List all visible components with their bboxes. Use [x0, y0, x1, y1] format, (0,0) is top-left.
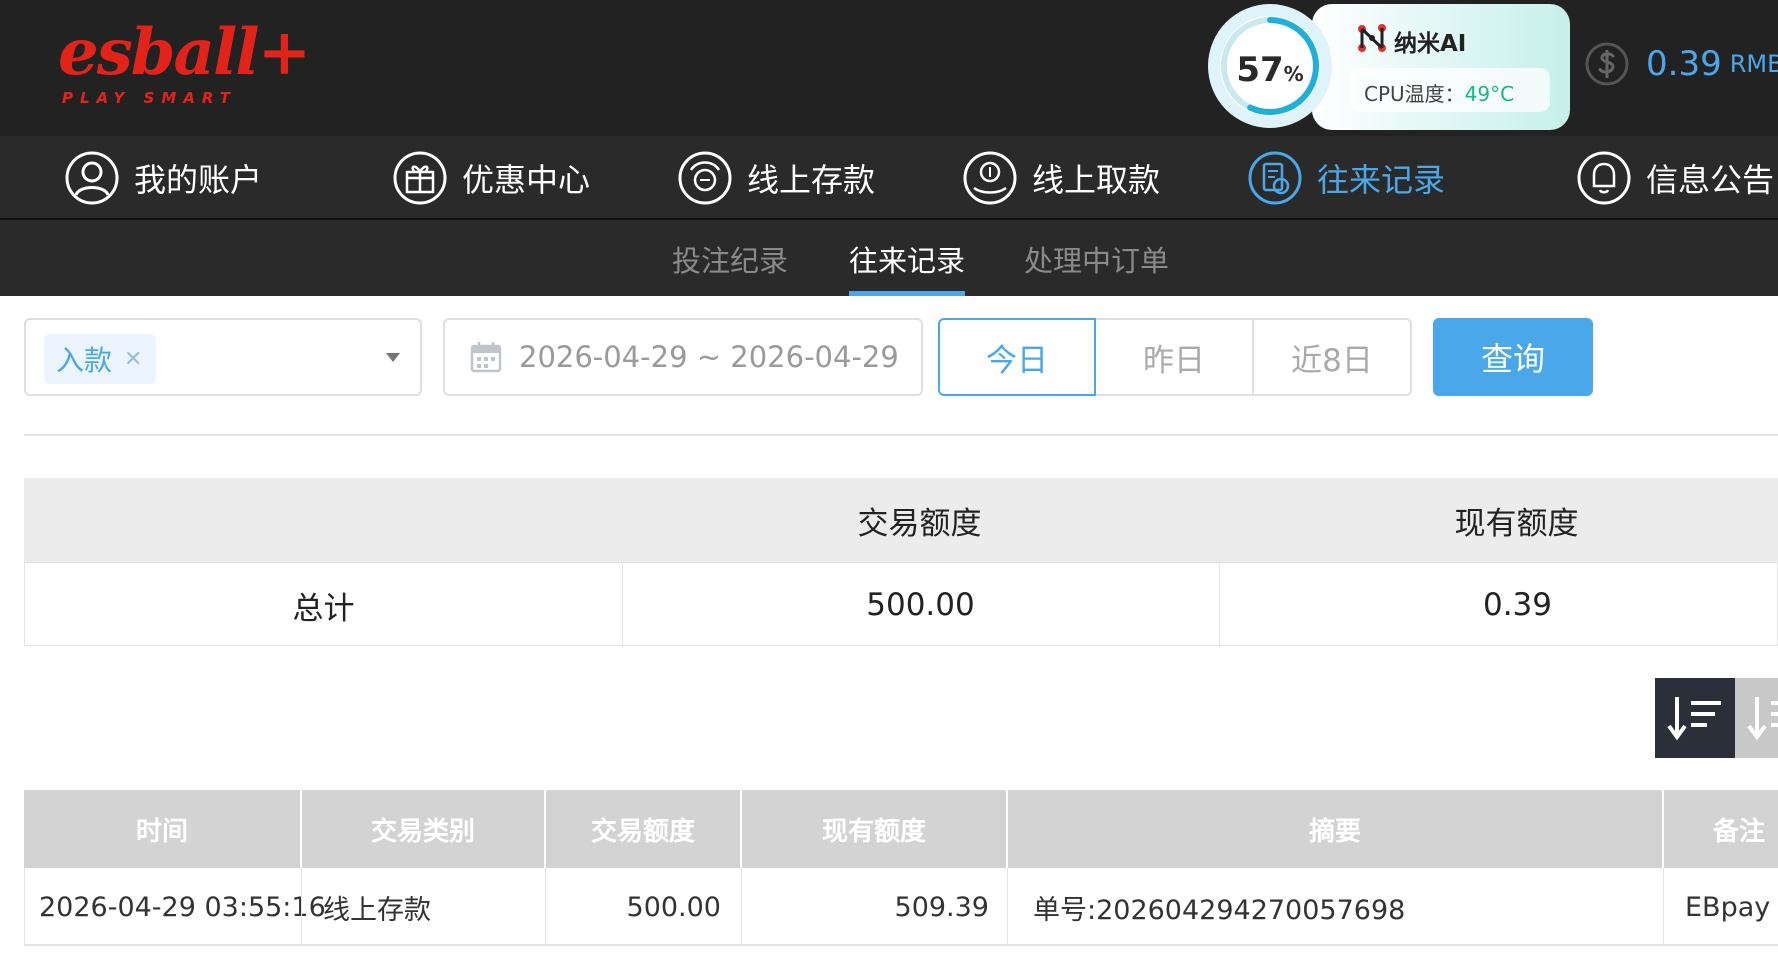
- nav-item-my-account[interactable]: 我的账户: [64, 148, 262, 208]
- cell-note: EBpay: [1685, 891, 1771, 923]
- calendar-icon: [470, 342, 502, 373]
- summary-header-cell: 现有额度: [1454, 505, 1579, 542]
- app-root: esball+ PLAY SMART 纳米AI CPU温度：49°C 57% 0…: [0, 0, 1778, 972]
- logo-main-text: esball+: [58, 15, 311, 90]
- summary-total-label: 总计: [292, 590, 355, 627]
- cell-time: 2026-04-29 03:55:16: [39, 891, 326, 923]
- close-icon[interactable]: ✕: [124, 347, 142, 372]
- summary-total-row: 总计 500.00 0.39: [24, 562, 1778, 647]
- filter-divider: [24, 434, 1778, 436]
- row-divider: [301, 868, 302, 946]
- range-yesterday-button[interactable]: 昨日: [1094, 318, 1254, 396]
- cpu-temp: CPU温度：49°C: [1364, 78, 1514, 107]
- brand-logo[interactable]: esball+ PLAY SMART: [58, 15, 311, 108]
- column-header-note[interactable]: 备注: [1664, 790, 1778, 868]
- sub-tab-transaction-records[interactable]: 往来记录: [849, 238, 966, 296]
- sort-ascending-icon: [1747, 697, 1778, 741]
- nav-item-online-withdraw[interactable]: 线上取款: [962, 148, 1160, 208]
- deposit-icon: [678, 151, 732, 205]
- column-header-amount[interactable]: 交易额度: [546, 790, 740, 868]
- balance-unit: RMB: [1729, 50, 1778, 78]
- summary-transaction-amount: 500.00: [866, 587, 975, 623]
- cpu-usage-unit: %: [1283, 62, 1304, 86]
- cpu-usage-percent: 57%: [1200, 50, 1340, 90]
- ai-monitor-widget[interactable]: 纳米AI CPU温度：49°C 57%: [1200, 4, 1570, 130]
- sort-ascending-button[interactable]: [1735, 678, 1778, 758]
- sub-tab-pending-orders[interactable]: 处理中订单: [1024, 238, 1169, 296]
- column-header-type[interactable]: 交易类别: [302, 790, 544, 868]
- row-divider: [741, 868, 742, 946]
- bell-icon: [1577, 151, 1631, 205]
- records-icon: [1248, 151, 1302, 205]
- cpu-temp-box: CPU温度：49°C: [1350, 68, 1550, 112]
- cell-balance: 509.39: [894, 891, 989, 923]
- summary-header-cell: 交易额度: [857, 505, 982, 542]
- column-header-balance[interactable]: 现有额度: [742, 790, 1006, 868]
- date-range-text: 2026-04-29 ~ 2026-04-29: [519, 340, 899, 374]
- table-row[interactable]: 2026-04-29 03:55:16 线上存款 500.00 509.39 单…: [24, 868, 1778, 946]
- nav-label: 信息公告: [1646, 161, 1775, 199]
- date-range-picker[interactable]: 2026-04-29 ~ 2026-04-29: [443, 318, 923, 396]
- cell-summary: 单号:202604294270057698: [1033, 894, 1406, 926]
- cpu-usage-number: 57: [1236, 50, 1284, 90]
- nav-item-promotions[interactable]: 优惠中心: [392, 148, 590, 208]
- row-divider: [545, 868, 546, 946]
- cell-amount: 500.00: [626, 891, 721, 923]
- nano-ai-logo-icon: [1358, 24, 1386, 52]
- cpu-temp-value: 49°C: [1464, 82, 1515, 106]
- main-nav: 我的账户 优惠中心 线上存款 线上取款 往来记录 信息公告: [0, 136, 1778, 220]
- balance-amount: 0.39: [1646, 44, 1722, 84]
- range-8days-button[interactable]: 近8日: [1252, 318, 1412, 396]
- sub-tab-bet-records[interactable]: 投注纪录: [672, 238, 788, 296]
- row-divider: [1007, 868, 1008, 946]
- sub-nav: 投注纪录 往来记录 处理中订单: [0, 220, 1778, 296]
- nav-label: 往来记录: [1317, 161, 1446, 199]
- ai-panel: 纳米AI CPU温度：49°C: [1312, 4, 1570, 130]
- nav-item-transaction-records[interactable]: 往来记录: [1247, 148, 1445, 208]
- range-today-button[interactable]: 今日: [938, 318, 1096, 396]
- ai-title: 纳米AI: [1394, 31, 1467, 57]
- summary-table: 交易额度 现有额度 总计 500.00 0.39: [24, 478, 1778, 647]
- summary-current-balance: 0.39: [1482, 587, 1553, 623]
- cpu-temp-label: CPU温度：: [1364, 82, 1465, 106]
- nav-label: 我的账户: [134, 161, 263, 199]
- top-bar: esball+ PLAY SMART 纳米AI CPU温度：49°C 57% 0…: [0, 0, 1778, 136]
- column-header-summary[interactable]: 摘要: [1008, 790, 1662, 868]
- logo-sub-text: PLAY SMART: [62, 89, 237, 107]
- summary-header: 交易额度 现有额度: [24, 478, 1778, 562]
- nav-label: 线上取款: [1032, 161, 1161, 199]
- records-table-header: 时间 交易类别 交易额度 现有额度 摘要 备注: [24, 790, 1778, 868]
- type-tag: 入款 ✕: [44, 334, 157, 384]
- type-tag-label: 入款: [56, 344, 113, 377]
- records-table: 时间 交易类别 交易额度 现有额度 摘要 备注 2026-04-29 03:55…: [24, 790, 1778, 946]
- sort-descending-icon: [1667, 697, 1721, 741]
- nav-item-online-deposit[interactable]: 线上存款: [677, 148, 875, 208]
- withdraw-icon: [963, 151, 1017, 205]
- caret-down-icon[interactable]: [380, 344, 406, 370]
- user-icon: [65, 151, 119, 205]
- transaction-type-select[interactable]: 入款 ✕: [24, 318, 422, 396]
- query-button[interactable]: 查询: [1433, 318, 1593, 396]
- column-header-time[interactable]: 时间: [24, 790, 300, 868]
- sort-descending-button[interactable]: [1655, 678, 1735, 758]
- nav-label: 优惠中心: [462, 161, 591, 199]
- summary-header-cell: [24, 478, 621, 562]
- nav-label: 线上存款: [747, 161, 876, 199]
- dollar-coin-icon: [1585, 42, 1629, 86]
- gift-icon: [393, 151, 447, 205]
- row-divider: [1663, 868, 1664, 946]
- nav-item-announcements[interactable]: 信息公告: [1576, 148, 1774, 208]
- wallet-balance[interactable]: 0.39 RMB: [1584, 40, 1778, 88]
- cell-type: 线上存款: [323, 894, 431, 926]
